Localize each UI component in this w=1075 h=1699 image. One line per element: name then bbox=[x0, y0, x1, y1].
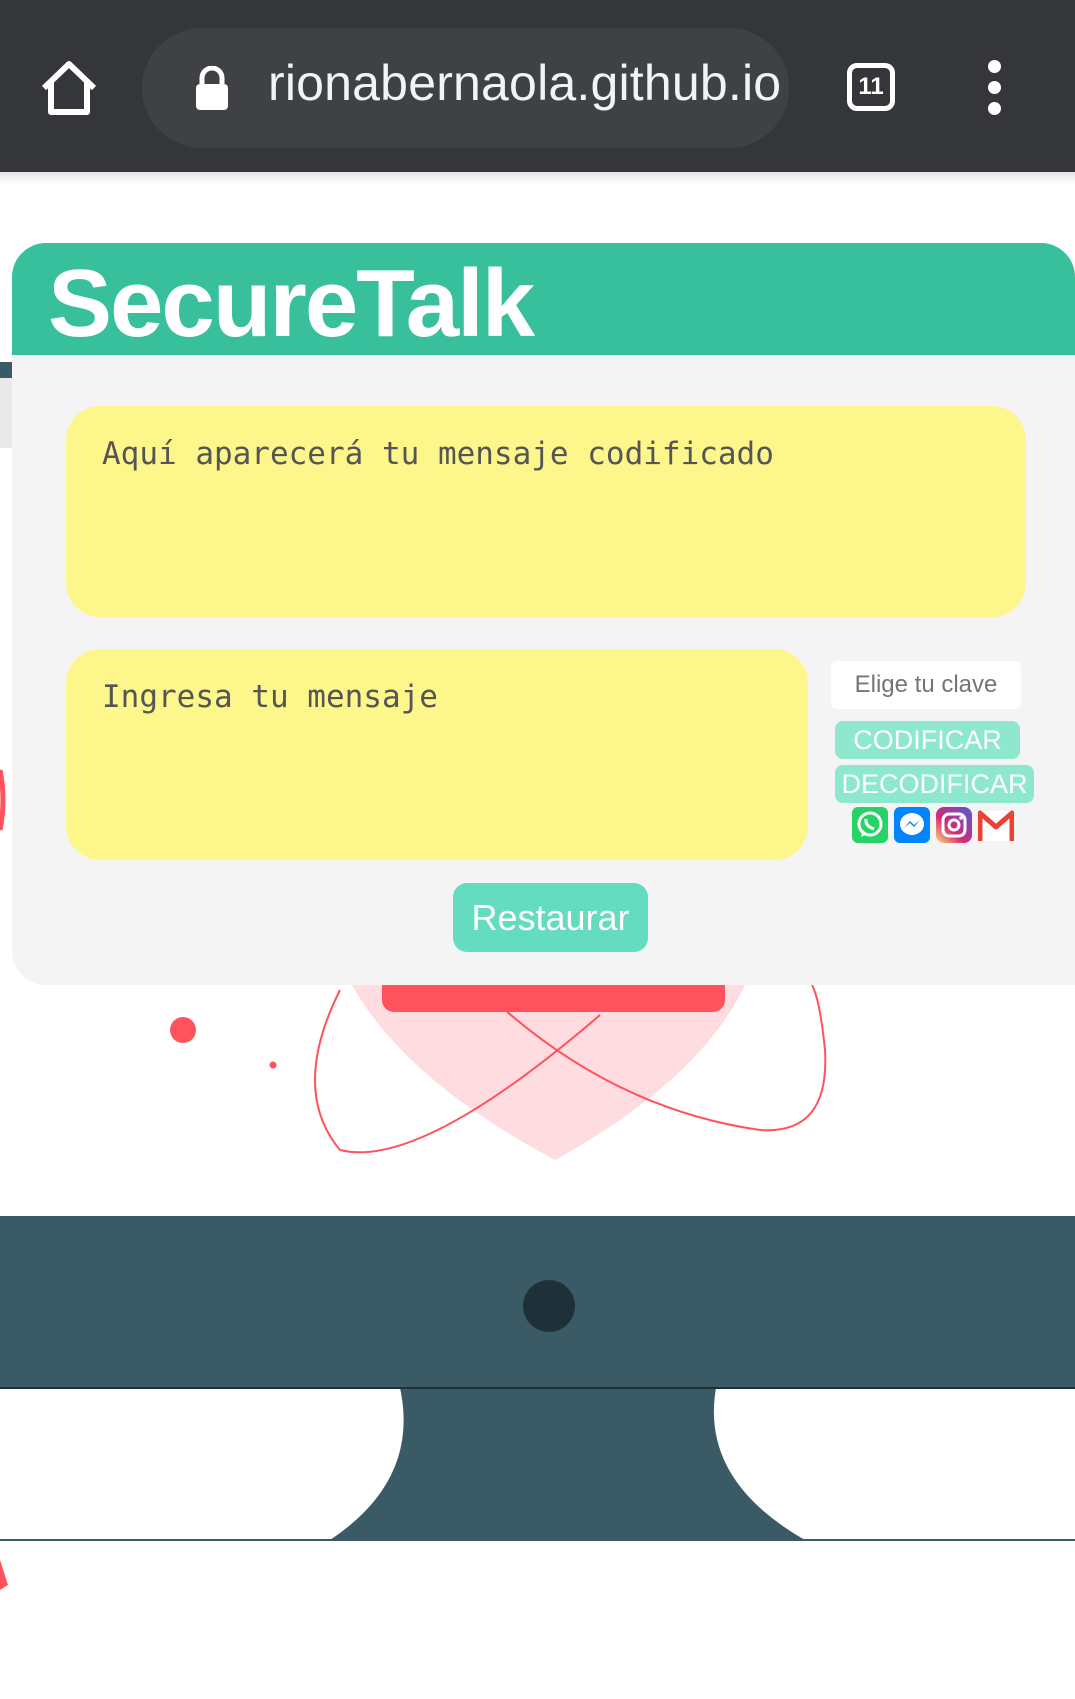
toolbar-shadow bbox=[0, 172, 1075, 184]
url-text: rionabernaola.github.io bbox=[268, 55, 782, 111]
card-header: SecureTalk bbox=[12, 243, 1075, 357]
share-icons bbox=[852, 807, 1032, 843]
more-vert-icon[interactable] bbox=[982, 60, 1006, 120]
webcam-dot bbox=[523, 1280, 575, 1332]
bg-fragment bbox=[0, 362, 12, 378]
securetalk-card: SecureTalk Aquí aparecerá tu mensaje cod… bbox=[12, 243, 1075, 985]
lock-icon bbox=[196, 66, 228, 110]
encode-button[interactable]: CODIFICAR bbox=[835, 721, 1020, 759]
whatsapp-icon[interactable] bbox=[852, 807, 888, 843]
browser-toolbar: rionabernaola.github.io 11 bbox=[0, 0, 1075, 172]
bg-fragment bbox=[0, 1560, 8, 1590]
address-bar[interactable]: rionabernaola.github.io bbox=[142, 28, 789, 148]
decor-dot bbox=[170, 1017, 196, 1043]
app-title: SecureTalk bbox=[48, 250, 535, 357]
decode-button[interactable]: DECODIFICAR bbox=[835, 765, 1034, 803]
tabs-icon[interactable]: 11 bbox=[847, 63, 895, 111]
home-icon[interactable] bbox=[36, 56, 102, 122]
key-input[interactable]: Elige tu clave bbox=[831, 661, 1021, 709]
reset-button[interactable]: Restaurar bbox=[453, 883, 648, 952]
bg-fragment bbox=[0, 378, 12, 448]
messenger-icon[interactable] bbox=[894, 807, 930, 843]
decor-dot bbox=[269, 1061, 277, 1069]
monitor-stand bbox=[330, 1388, 805, 1540]
gmail-icon[interactable] bbox=[978, 807, 1014, 843]
message-input-textarea[interactable]: Ingresa tu mensaje bbox=[66, 649, 808, 860]
instagram-icon[interactable] bbox=[936, 807, 972, 843]
encoded-output-textarea[interactable]: Aquí aparecerá tu mensaje codificado bbox=[66, 406, 1026, 617]
bg-fragment bbox=[0, 769, 6, 831]
